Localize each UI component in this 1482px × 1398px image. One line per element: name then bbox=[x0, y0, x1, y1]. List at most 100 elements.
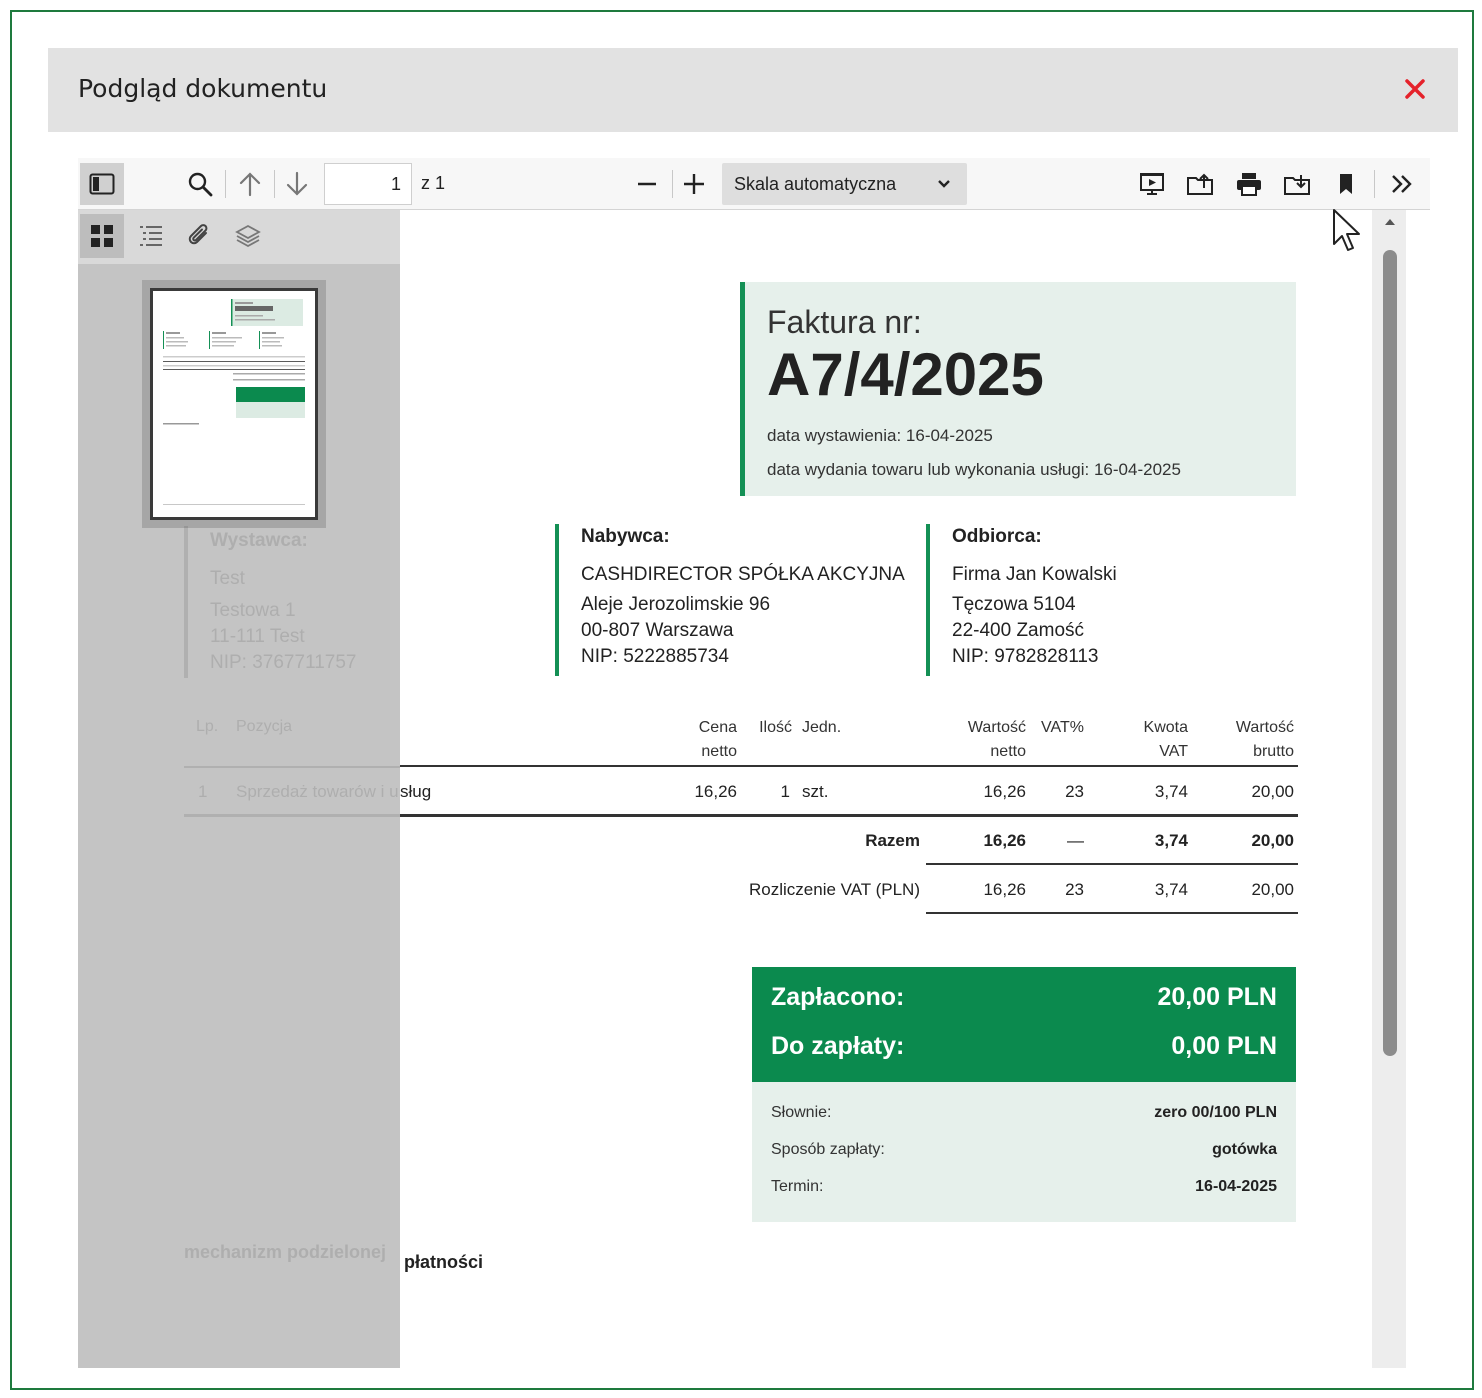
outline-view-button[interactable] bbox=[129, 214, 173, 258]
method-label: Sposób zapłaty: bbox=[771, 1141, 885, 1158]
header-price-line2: netto bbox=[701, 743, 737, 760]
tools-menu-button[interactable] bbox=[1380, 163, 1424, 205]
vat-settlement-net: 16,26 bbox=[983, 880, 1026, 899]
minus-icon bbox=[638, 182, 656, 186]
grid-icon bbox=[91, 225, 113, 247]
bookmark-button[interactable] bbox=[1324, 163, 1368, 205]
vat-settlement-label: Rozliczenie VAT (PLN) bbox=[749, 880, 920, 899]
open-file-button[interactable] bbox=[1178, 163, 1222, 205]
invoice-header-box: Faktura nr: A7/4/2025 data wystawienia: … bbox=[740, 282, 1296, 496]
total-label: Razem bbox=[865, 831, 920, 850]
close-icon bbox=[1405, 79, 1425, 99]
ghost-seller-city: 11-111 Test bbox=[210, 626, 305, 647]
ghost-header-lp: Lp. bbox=[196, 718, 219, 735]
pdf-toolbar: z 1 Skala automatyczna bbox=[78, 158, 1430, 210]
row-qty: 1 bbox=[780, 782, 790, 801]
split-payment-text: płatności bbox=[404, 1252, 484, 1272]
list-icon bbox=[140, 226, 162, 246]
total-net: 16,26 bbox=[983, 831, 1026, 850]
header-gross: Wartość brutto bbox=[1210, 716, 1294, 764]
total-divider bbox=[926, 863, 1298, 865]
payment-details-box: Słownie: zero 00/100 PLN Sposób zapłaty:… bbox=[752, 1082, 1296, 1222]
page-thumbnail[interactable] bbox=[142, 280, 326, 528]
paid-label: Zapłacono: bbox=[771, 983, 905, 1011]
presentation-icon bbox=[1140, 173, 1164, 195]
buyer-name: CASHDIRECTOR SPÓŁKA AKCYJNA bbox=[581, 564, 905, 585]
row-unit: szt. bbox=[802, 782, 829, 801]
vertical-scrollbar[interactable] bbox=[1372, 210, 1406, 1368]
header-net-line2: netto bbox=[990, 743, 1026, 760]
ghost-seller-street: Testowa 1 bbox=[210, 600, 296, 621]
print-button[interactable] bbox=[1227, 163, 1271, 205]
double-chevron-right-icon bbox=[1392, 175, 1412, 193]
total-vat: — bbox=[1067, 831, 1084, 850]
row-net: 16,26 bbox=[983, 782, 1026, 801]
ghost-seller-title: Wystawca: bbox=[210, 530, 308, 551]
row-price: 16,26 bbox=[694, 782, 737, 801]
sidebar-toolbar bbox=[78, 210, 400, 264]
recipient-street: Tęczowa 5104 bbox=[952, 594, 1076, 615]
toggle-sidebar-button[interactable] bbox=[80, 163, 124, 205]
scrollbar-thumb[interactable] bbox=[1383, 250, 1397, 1056]
header-gross-line1: Wartość bbox=[1235, 719, 1294, 736]
page-thumbnail-image bbox=[150, 288, 318, 520]
download-button[interactable] bbox=[1275, 163, 1319, 205]
page-number-input[interactable] bbox=[324, 163, 412, 205]
header-vat-amount: Kwota VAT bbox=[1112, 716, 1188, 764]
ghost-divider bbox=[184, 814, 400, 817]
vat-settlement-gross: 20,00 bbox=[1251, 880, 1294, 899]
open-file-icon bbox=[1187, 173, 1213, 195]
ghost-row-lp: 1 bbox=[198, 782, 208, 801]
buyer-street: Aleje Jerozolimskie 96 bbox=[581, 594, 771, 615]
invoice-number: A7/4/2025 bbox=[767, 341, 1044, 408]
vat-settlement-vat: 23 bbox=[1065, 880, 1084, 899]
close-button[interactable] bbox=[1400, 74, 1430, 104]
find-button[interactable] bbox=[178, 163, 222, 205]
row-gross: 20,00 bbox=[1251, 782, 1294, 801]
row-item-name: sług bbox=[400, 782, 432, 801]
zoom-in-button[interactable] bbox=[672, 163, 716, 205]
buyer-title: Nabywca: bbox=[581, 526, 670, 547]
table-body-divider bbox=[400, 814, 1298, 817]
plus-icon bbox=[684, 174, 704, 194]
header-gross-line2: brutto bbox=[1253, 743, 1294, 760]
delivery-date: data wydania towaru lub wykonania usługi… bbox=[767, 460, 1181, 479]
arrow-up-icon bbox=[239, 172, 261, 197]
attachments-view-button[interactable] bbox=[177, 214, 221, 258]
recipient-name: Firma Jan Kowalski bbox=[952, 564, 1117, 585]
total-gross: 20,00 bbox=[1251, 831, 1294, 850]
thumbnail-sidebar: Wystawca: Test Testowa 1 11-111 Test NIP… bbox=[78, 210, 400, 1368]
scale-select[interactable]: Skala automatyczna bbox=[722, 163, 967, 205]
search-icon bbox=[188, 172, 213, 197]
term-value: 16-04-2025 bbox=[1195, 1178, 1277, 1195]
toolbar-separator bbox=[225, 170, 226, 198]
payment-term-row: Termin: 16-04-2025 bbox=[771, 1178, 1277, 1196]
invoice-label: Faktura nr: bbox=[767, 304, 922, 340]
header-price-line1: Cena bbox=[698, 719, 737, 736]
method-value: gotówka bbox=[1212, 1141, 1277, 1158]
thumbnails-view-button[interactable] bbox=[80, 214, 124, 258]
ghost-mechanism-text: mechanizm podzielonej bbox=[184, 1242, 387, 1262]
vat-settlement-vat-amount: 3,74 bbox=[1154, 880, 1188, 899]
buyer-section: Nabywca: CASHDIRECTOR SPÓŁKA AKCYJNA Ale… bbox=[555, 524, 905, 676]
payment-method-row: Sposób zapłaty: gotówka bbox=[771, 1141, 1277, 1159]
zoom-out-button[interactable] bbox=[625, 163, 669, 205]
header-unit: Jedn. bbox=[802, 719, 842, 736]
presentation-mode-button[interactable] bbox=[1130, 163, 1174, 205]
paid-row: Zapłacono: 20,00 PLN bbox=[771, 983, 1277, 1012]
ghost-seller-name: Test bbox=[210, 568, 245, 589]
paid-value: 20,00 PLN bbox=[1157, 983, 1277, 1011]
bookmark-icon bbox=[1340, 174, 1352, 194]
modal-title: Podgląd dokumentu bbox=[78, 74, 328, 103]
arrow-down-icon bbox=[286, 171, 308, 196]
modal-header: Podgląd dokumentu bbox=[48, 48, 1458, 132]
download-icon bbox=[1284, 175, 1310, 195]
next-page-button[interactable] bbox=[275, 163, 319, 205]
buyer-nip: NIP: 5222885734 bbox=[581, 646, 729, 667]
previous-page-button[interactable] bbox=[228, 163, 272, 205]
mouse-cursor-icon bbox=[1333, 209, 1360, 251]
header-net-line1: Wartość bbox=[967, 719, 1026, 736]
sidebar-toggle-icon bbox=[89, 173, 115, 195]
layers-view-button[interactable] bbox=[226, 214, 270, 258]
print-icon bbox=[1237, 173, 1261, 196]
